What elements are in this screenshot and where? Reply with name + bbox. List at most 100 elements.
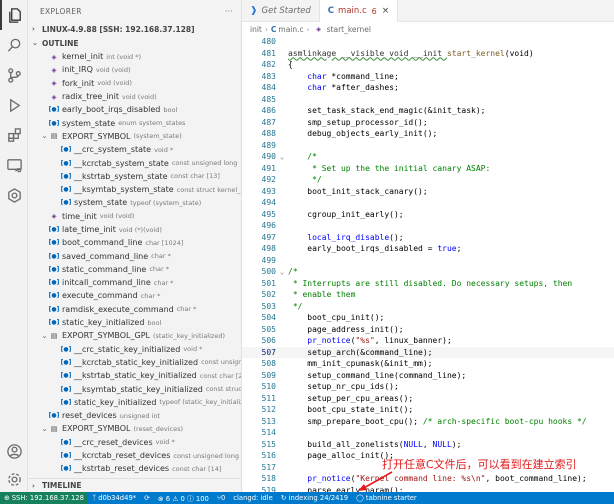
code-line[interactable]: 492 */ bbox=[242, 174, 614, 186]
breadcrumb-file[interactable]: main.c bbox=[278, 25, 303, 34]
code-line[interactable]: 511 setup_per_cpu_areas(); bbox=[242, 393, 614, 405]
outline-item[interactable]: ◈ kernel_init int (void *) bbox=[28, 50, 241, 63]
outline-item[interactable]: [●] __kstrtab_reset_devices const char [14… bbox=[28, 462, 241, 475]
code-line[interactable]: 502 * enable them bbox=[242, 289, 614, 301]
accounts-activity-button[interactable] bbox=[0, 436, 28, 466]
code-line[interactable]: 494 bbox=[242, 197, 614, 209]
code-line[interactable]: 512 boot_cpu_state_init(); bbox=[242, 404, 614, 416]
code-line[interactable]: 488 debug_objects_early_init(); bbox=[242, 128, 614, 140]
hexagon-extension-activity-button[interactable] bbox=[0, 180, 28, 210]
outline-item[interactable]: [●] early_boot_irqs_disabled bool bbox=[28, 103, 241, 116]
more-actions-icon[interactable]: ··· bbox=[225, 7, 233, 16]
outline-item[interactable]: ◈ radix_tree_init void (void) bbox=[28, 90, 241, 103]
code-line[interactable]: 505 page_address_init(); bbox=[242, 324, 614, 336]
chevron-down-icon[interactable]: ⌄ bbox=[40, 425, 49, 433]
outline-item[interactable]: [●] __ksymtab_static_key_initialized const… bbox=[28, 382, 241, 395]
workspace-section-header[interactable]: › LINUX-4.9.88 [SSH: 192.168.37.128] bbox=[28, 22, 241, 36]
chevron-down-icon[interactable]: ⌄ bbox=[40, 332, 49, 340]
code-line[interactable]: 480 bbox=[242, 36, 614, 48]
outline-item[interactable]: [●] static_command_line char * bbox=[28, 263, 241, 276]
outline-item[interactable]: [●] system_state enum system_states bbox=[28, 116, 241, 129]
code-line[interactable]: 510 setup_nr_cpu_ids(); bbox=[242, 381, 614, 393]
search-activity-button[interactable] bbox=[0, 30, 28, 60]
git-branch[interactable]: ᛉ d0b34d49* bbox=[88, 494, 140, 502]
outline-item[interactable]: [●] reset_devices unsigned int bbox=[28, 409, 241, 422]
outline-item[interactable]: [●] __kstrtab_static_key_initialized const… bbox=[28, 369, 241, 382]
code-line[interactable]: 507 setup_arch(&command_line); bbox=[242, 346, 614, 358]
source-control-activity-button[interactable] bbox=[0, 60, 28, 90]
remote-indicator[interactable]: ⊕ SSH: 192.168.37.128 bbox=[0, 492, 88, 504]
outline-section-header[interactable]: ⌄ OUTLINE bbox=[28, 36, 241, 50]
outline-item[interactable]: ◈ fork_init void (void) bbox=[28, 77, 241, 90]
code-line[interactable]: 483 char *command_line; bbox=[242, 71, 614, 83]
outline-item[interactable]: [●] saved_command_line char * bbox=[28, 249, 241, 262]
outline-item[interactable]: ⌄ ▤ EXPORT_SYMBOL (reset_devices) bbox=[28, 422, 241, 435]
ports-indicator[interactable]: ⑂0 bbox=[213, 494, 229, 502]
extensions-activity-button[interactable] bbox=[0, 120, 28, 150]
outline-item[interactable]: [●] execute_command char * bbox=[28, 289, 241, 302]
code-line[interactable]: 519 parse_early_param(); bbox=[242, 485, 614, 493]
code-line[interactable]: 489 bbox=[242, 140, 614, 152]
code-line[interactable]: 491 * Set up the the initial canary ASAP… bbox=[242, 163, 614, 175]
close-icon[interactable]: × bbox=[382, 6, 390, 16]
outline-item[interactable]: [●] __kcrctab_static_key_initialized const… bbox=[28, 356, 241, 369]
sync-icon[interactable]: ⟳ bbox=[140, 494, 154, 502]
code-line[interactable]: 509 setup_command_line(command_line); bbox=[242, 370, 614, 382]
code-line[interactable]: 487 smp_setup_processor_id(); bbox=[242, 117, 614, 129]
code-line[interactable]: 508 mm_init_cpumask(&init_mm); bbox=[242, 358, 614, 370]
clangd-status[interactable]: clangd: idle bbox=[229, 494, 276, 502]
code-line[interactable]: 500 ⌄/* bbox=[242, 266, 614, 278]
timeline-section-header[interactable]: › TIMELINE bbox=[28, 478, 241, 492]
outline-item[interactable]: [●] boot_command_line char [1024] bbox=[28, 236, 241, 249]
code-line[interactable]: 496 bbox=[242, 220, 614, 232]
code-line[interactable]: 485 bbox=[242, 94, 614, 106]
outline-item[interactable]: ⌄ ▤ EXPORT_SYMBOL_GPL (static_key_initializ… bbox=[28, 329, 241, 342]
code-line[interactable]: 506 pr_notice("%s", linux_banner); bbox=[242, 335, 614, 347]
code-line[interactable]: 498 early_boot_irqs_disabled = true; bbox=[242, 243, 614, 255]
run-debug-activity-button[interactable] bbox=[0, 90, 28, 120]
outline-item[interactable]: [●] __kcrctab_system_state const unsigned … bbox=[28, 156, 241, 169]
code-line[interactable]: 514 bbox=[242, 427, 614, 439]
outline-item[interactable]: [●] __kstrtab_system_state const char [13] bbox=[28, 170, 241, 183]
code-line[interactable]: 503 */ bbox=[242, 301, 614, 313]
outline-item[interactable]: [●] ramdisk_execute_command char * bbox=[28, 303, 241, 316]
code-line[interactable]: 497 local_irq_disable(); bbox=[242, 232, 614, 244]
outline-item[interactable]: [●] __crc_static_key_initialized void * bbox=[28, 343, 241, 356]
code-line[interactable]: 501 * Interrupts are still disabled. Do … bbox=[242, 278, 614, 290]
outline-item[interactable]: [●] static_key_initialized bool bbox=[28, 316, 241, 329]
outline-item[interactable]: [●] __ksymtab_system_state const struct ke… bbox=[28, 183, 241, 196]
code-line[interactable]: 504 boot_cpu_init(); bbox=[242, 312, 614, 324]
tabnine-status[interactable]: ◯ tabnine starter bbox=[352, 494, 421, 502]
code-line[interactable]: 482 { bbox=[242, 59, 614, 71]
chevron-down-icon[interactable]: ⌄ bbox=[40, 132, 49, 140]
outline-item[interactable]: [●] system_state typeof (system_state) bbox=[28, 196, 241, 209]
tab-main-c[interactable]: C main.c 6 × bbox=[319, 0, 399, 22]
code-line[interactable]: 518 pr_notice("Kernel command line: %s\n… bbox=[242, 473, 614, 485]
problems-indicator[interactable]: ⊗ 6 ⚠ 0 ⓘ 100 bbox=[154, 493, 213, 503]
code-line[interactable]: 495 cgroup_init_early(); bbox=[242, 209, 614, 221]
code-line[interactable]: 513 smp_prepare_boot_cpu(); /* arch-spec… bbox=[242, 416, 614, 428]
breadcrumb-folder[interactable]: init bbox=[250, 25, 262, 34]
outline-item[interactable]: ⌄ ▤ EXPORT_SYMBOL (system_state) bbox=[28, 130, 241, 143]
indexing-status[interactable]: ↻ indexing 24/2419 bbox=[277, 494, 352, 502]
code-editor[interactable]: 480 481 asmlinkage __visible void __init s… bbox=[242, 36, 614, 492]
outline-item[interactable]: ◈ init_IRQ void (void) bbox=[28, 63, 241, 76]
code-line[interactable]: 515 build_all_zonelists(NULL, NULL); bbox=[242, 439, 614, 451]
outline-item[interactable]: [●] initcall_command_line char * bbox=[28, 276, 241, 289]
tab-get-started[interactable]: ❱ Get Started bbox=[242, 0, 320, 22]
code-line[interactable]: 481 asmlinkage __visible void __init star… bbox=[242, 48, 614, 60]
outline-item[interactable]: [●] static_key_initialized typeof (static_… bbox=[28, 396, 241, 409]
code-line[interactable]: 490 ⌄ /* bbox=[242, 151, 614, 163]
code-line[interactable]: 486 set_task_stack_end_magic(&init_task)… bbox=[242, 105, 614, 117]
remote-explorer-activity-button[interactable] bbox=[0, 150, 28, 180]
code-line[interactable]: 499 bbox=[242, 255, 614, 267]
explorer-activity-button[interactable] bbox=[0, 0, 28, 30]
outline-item[interactable]: [●] __kcrctab_reset_devices const unsigned… bbox=[28, 449, 241, 462]
outline-item[interactable]: [●] late_time_init void (*)(void) bbox=[28, 223, 241, 236]
outline-item[interactable]: [●] __crc_reset_devices void * bbox=[28, 436, 241, 449]
breadcrumb-symbol[interactable]: start_kernel bbox=[327, 25, 371, 34]
outline-item[interactable]: ◈ time_init void (void) bbox=[28, 210, 241, 223]
manage-activity-button[interactable] bbox=[0, 464, 28, 494]
code-line[interactable]: 484 char *after_dashes; bbox=[242, 82, 614, 94]
code-line[interactable]: 493 boot_init_stack_canary(); bbox=[242, 186, 614, 198]
